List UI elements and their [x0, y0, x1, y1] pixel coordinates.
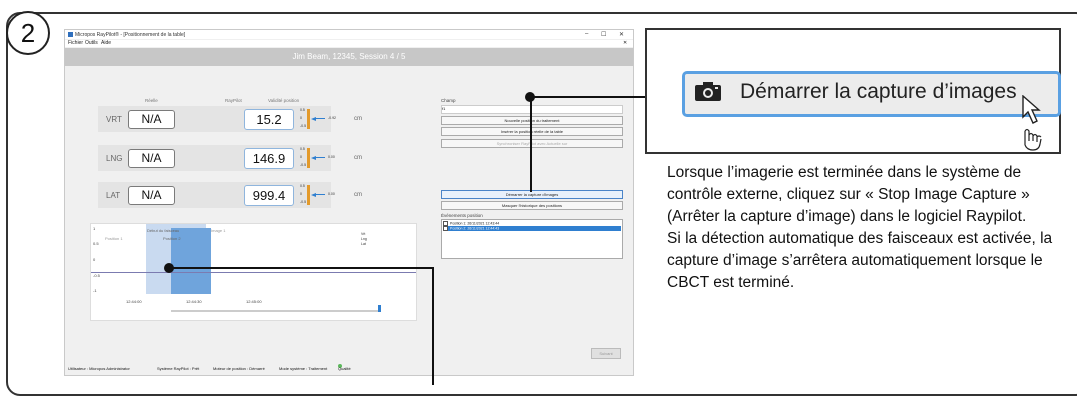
menu-fichier[interactable]: Fichier [68, 40, 83, 46]
actual-value: N/A [128, 110, 175, 129]
checkbox[interactable] [443, 226, 448, 231]
button-label: Démarrer la capture d’images [740, 80, 1017, 103]
validity-tick: 0 [300, 192, 302, 196]
x-tick: 12:45:00 [246, 299, 262, 304]
minimize-button[interactable]: – [585, 31, 588, 37]
validity-tick: -0.5 [300, 124, 307, 128]
raypilot-window: Micropos RayPilot® - [Positionnement de … [64, 29, 634, 376]
legend-lat: Lat [361, 242, 366, 246]
status-system: Système RayPilot : Prêt [157, 366, 200, 371]
validity-tick: 0 [300, 155, 302, 159]
callout-line [432, 267, 434, 385]
validity-tick: 0.5 [300, 108, 305, 112]
legend-vrt: Vrt [361, 232, 366, 236]
y-tick: -1 [93, 288, 97, 293]
validity-value: 0.00 [328, 155, 335, 159]
validity-tick: 0.5 [300, 147, 305, 151]
y-tick: 0 [93, 257, 96, 262]
y-tick: 0.5 [93, 241, 99, 246]
validity-indicator [315, 194, 325, 195]
validity-indicator [315, 118, 325, 119]
callout-line [169, 267, 433, 269]
validity-indicator [315, 157, 325, 158]
validity-bar [307, 109, 310, 129]
events-list[interactable]: Position 1: 26/11/2021 12:43:44 Position… [441, 219, 623, 259]
next-button[interactable]: Suivant [591, 348, 621, 359]
callout-line [530, 96, 645, 98]
menu-bar: Fichier Outils Aide ✕ [65, 40, 633, 47]
close-child-icon[interactable]: ✕ [623, 40, 627, 46]
callout-line [530, 96, 532, 192]
instruction-paragraph: Si la détection automatique des faisceau… [667, 230, 1053, 291]
raypilot-value: 999.4 [244, 185, 294, 206]
x-tick: 12:44:00 [126, 299, 142, 304]
events-label: Événements position [441, 213, 483, 218]
position-graph[interactable]: 1 0.5 0 -0.5 -1 12:44:00 12:44:30 12:45:… [90, 223, 417, 321]
axis-label: VRT [106, 115, 122, 124]
validity-tick: -0.5 [300, 200, 307, 204]
hide-history-button[interactable]: Masquer l'historique des positions [441, 201, 623, 210]
axis-label: LNG [106, 154, 123, 163]
status-sensor: Moteur de position : Démarré [213, 366, 265, 371]
unit-label: cm [354, 116, 362, 122]
col-header-validity: Validité position [268, 98, 300, 103]
y-tick: 1 [93, 226, 96, 231]
insert-position-button[interactable]: Insérer la position réelle de la table [441, 127, 623, 136]
axis-row-lat: LAT N/A 999.4 0.5 0 -0.5 0.00 cm [98, 182, 362, 208]
graph-label: Début du faisceau [147, 228, 180, 233]
title-bar: Micropos RayPilot® - [Positionnement de … [65, 30, 633, 39]
new-position-button[interactable]: Nouvelle position du traitement [441, 116, 623, 125]
timeline-slider-handle[interactable] [378, 305, 381, 312]
col-header-raypilot: RayPilot [225, 98, 242, 103]
col-header-actual: Réelle [145, 98, 158, 103]
graph-label: Image 1 [211, 228, 226, 233]
actual-value: N/A [128, 149, 175, 168]
champ-value: f1 [442, 106, 446, 111]
y-tick: -0.5 [93, 273, 100, 278]
maximize-button[interactable]: ☐ [601, 31, 606, 38]
list-item[interactable]: Position 2: 26/11/2021 12:44:43 [443, 226, 621, 231]
validity-tick: -0.5 [300, 163, 307, 167]
unit-label: cm [354, 192, 362, 198]
x-tick: 12:44:30 [186, 299, 202, 304]
actual-value: N/A [128, 186, 175, 205]
status-user: Utilisateur : Micropos Administrator [68, 366, 130, 371]
axis-label: LAT [106, 191, 121, 200]
menu-outils[interactable]: Outils [85, 40, 98, 46]
validity-bar [307, 148, 310, 168]
graph-label: Position 1 [105, 236, 123, 241]
axis-row-lng: LNG N/A 146.9 0.5 0 -0.5 0.00 cm [98, 145, 362, 171]
unit-label: cm [354, 155, 362, 161]
axis-row-vrt: VRT N/A 15.2 0.5 0 -0.5 -0.92 cm [98, 106, 362, 132]
graph-label: Position 2 [163, 236, 181, 241]
window-title: Micropos RayPilot® - [Positionnement de … [75, 32, 186, 38]
validity-bar [307, 185, 310, 205]
camera-icon [695, 82, 721, 101]
hand-cursor-icon [1022, 95, 1042, 151]
instructions: Lorsque l’imagerie est terminée dans le … [667, 162, 1067, 294]
instruction-paragraph: Lorsque l’imagerie est terminée dans le … [667, 164, 1030, 225]
session-title: Jim Beam, 12345, Session 4 / 5 [65, 48, 633, 66]
status-bar: Utilisateur : Micropos Administrator Sys… [65, 364, 633, 374]
status-mode: Mode système : Traitement [279, 366, 328, 371]
raypilot-value: 146.9 [244, 148, 294, 169]
validity-value: -0.92 [328, 116, 336, 120]
synchronize-button[interactable]: Synchroniser RayPilot avec Actuelle sur [441, 139, 623, 148]
start-capture-button-zoom[interactable]: Démarrer la capture d’images [682, 71, 1061, 117]
timeline-slider[interactable] [171, 310, 381, 312]
close-button[interactable]: ✕ [619, 31, 624, 38]
raypilot-value: 15.2 [244, 109, 294, 130]
validity-value: 0.00 [328, 192, 335, 196]
start-capture-button[interactable]: Démarrer la capture d'images [441, 190, 623, 199]
champ-label: Champ [441, 98, 456, 103]
validity-tick: 0.5 [300, 184, 305, 188]
validity-tick: 0 [300, 116, 302, 120]
position-trace [91, 272, 416, 273]
app-icon [68, 32, 73, 37]
champ-select[interactable]: f1 [441, 105, 623, 114]
step-number: 2 [6, 11, 50, 55]
menu-aide[interactable]: Aide [101, 40, 111, 46]
legend-lng: Lng [361, 237, 367, 241]
